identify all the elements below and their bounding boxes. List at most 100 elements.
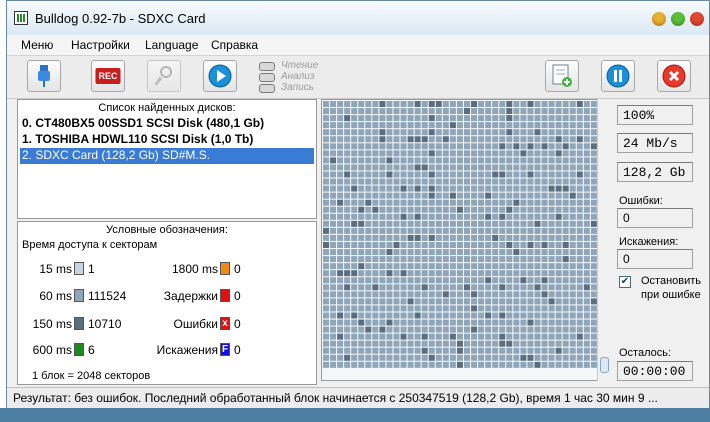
sector-block	[386, 312, 393, 319]
stop-on-error-checkbox[interactable]: ✔	[619, 276, 631, 288]
sector-block	[513, 319, 520, 326]
sector-block	[365, 291, 372, 298]
sector-block	[499, 242, 506, 248]
sector-block	[365, 270, 372, 277]
new-log-button[interactable]	[545, 60, 579, 92]
sector-block	[456, 270, 463, 277]
menu-main[interactable]: Меню	[21, 38, 53, 52]
sector-block	[337, 347, 344, 354]
sector-block	[330, 234, 337, 241]
sector-block	[548, 108, 555, 115]
sector-block	[576, 115, 583, 122]
menu-language[interactable]: Language	[145, 38, 198, 52]
sector-block	[330, 206, 337, 213]
maximize-button[interactable]	[671, 12, 685, 26]
scrollbar-thumb[interactable]	[600, 357, 609, 373]
disk-list-item[interactable]: 0. CT480BX5 00SSD1 SCSI Disk (480,1 Gb)	[20, 116, 314, 132]
sector-block	[576, 213, 583, 220]
sector-block	[506, 136, 513, 143]
legend-600ms-label: 600 ms	[32, 343, 72, 357]
sector-block	[365, 185, 372, 192]
sector-block	[372, 305, 379, 312]
sector-map-scrollbar[interactable]	[597, 99, 611, 381]
sector-block	[379, 234, 386, 241]
sector-block	[337, 326, 344, 333]
sector-block	[351, 263, 358, 270]
sector-block	[421, 319, 428, 326]
sector-block	[555, 347, 562, 354]
inspect-button[interactable]	[147, 60, 181, 92]
sector-block	[576, 340, 583, 347]
sector-block	[428, 256, 435, 263]
pause-icon	[606, 64, 630, 88]
sector-block	[414, 361, 421, 368]
sector-block	[576, 234, 583, 241]
minimize-button[interactable]	[652, 12, 666, 26]
title-bar[interactable]: Bulldog 0.92-7b - SDXC Card	[7, 1, 709, 35]
sector-block	[421, 185, 428, 192]
legend-distortions-swatch: F	[220, 343, 230, 356]
disk-list-item[interactable]: 1. TOSHIBA HDWL110 SCSI Disk (1,0 Tb)	[20, 132, 314, 148]
legend-delays-swatch	[220, 289, 230, 302]
start-button[interactable]	[203, 60, 237, 92]
sector-map[interactable]	[321, 99, 607, 381]
sector-block	[590, 227, 597, 234]
sector-block	[323, 305, 329, 312]
sector-block	[393, 213, 400, 220]
sector-block	[386, 178, 393, 185]
sector-block	[569, 115, 576, 122]
stop-button[interactable]	[657, 60, 691, 92]
sector-block	[449, 284, 456, 291]
sector-block	[414, 129, 421, 136]
sector-block	[365, 256, 372, 263]
menu-settings[interactable]: Настройки	[71, 38, 130, 52]
usb-button[interactable]	[27, 60, 61, 92]
sector-block	[569, 312, 576, 319]
sector-block	[414, 115, 421, 122]
sector-block	[351, 305, 358, 312]
sector-block	[555, 298, 562, 305]
sector-block	[323, 143, 329, 150]
sector-block	[569, 284, 576, 291]
add-document-icon	[552, 64, 572, 87]
sector-block	[499, 326, 506, 333]
record-button[interactable]: REC	[91, 60, 125, 92]
close-button[interactable]	[690, 12, 704, 26]
sector-block	[527, 326, 534, 333]
sector-block	[372, 354, 379, 361]
sector-block	[576, 291, 583, 298]
sector-block	[442, 263, 449, 270]
sector-block	[358, 270, 365, 277]
sector-block	[527, 319, 534, 326]
sector-block	[442, 199, 449, 206]
sector-block	[407, 277, 414, 284]
sector-block	[449, 340, 456, 347]
sector-block	[428, 136, 435, 143]
window-title: Bulldog 0.92-7b - SDXC Card	[35, 11, 206, 26]
disk-list-item-selected[interactable]: 2. SDXC Card (128,2 Gb) SD#M.S.	[20, 148, 314, 164]
sector-block	[407, 347, 414, 354]
menu-help[interactable]: Справка	[211, 38, 258, 52]
sector-block	[421, 305, 428, 312]
sector-block	[583, 347, 590, 354]
legend-subheader: Время доступа к секторам	[22, 239, 158, 251]
sector-block	[400, 220, 407, 227]
sector-block	[435, 319, 442, 326]
sector-block	[548, 164, 555, 171]
sector-block	[449, 227, 456, 234]
sector-block	[365, 312, 372, 319]
legend-delays-label: Задержки	[163, 289, 218, 303]
sector-block	[576, 298, 583, 305]
sector-block	[590, 305, 597, 312]
sector-block	[513, 263, 520, 270]
sector-block	[485, 157, 492, 164]
sector-block	[513, 249, 520, 256]
sector-block	[464, 319, 470, 326]
sector-block	[449, 270, 456, 277]
sector-block	[449, 199, 456, 206]
pause-button[interactable]	[601, 60, 635, 92]
sector-block	[365, 192, 372, 199]
sector-block	[393, 347, 400, 354]
sector-block	[513, 101, 520, 107]
sector-block	[471, 277, 478, 284]
